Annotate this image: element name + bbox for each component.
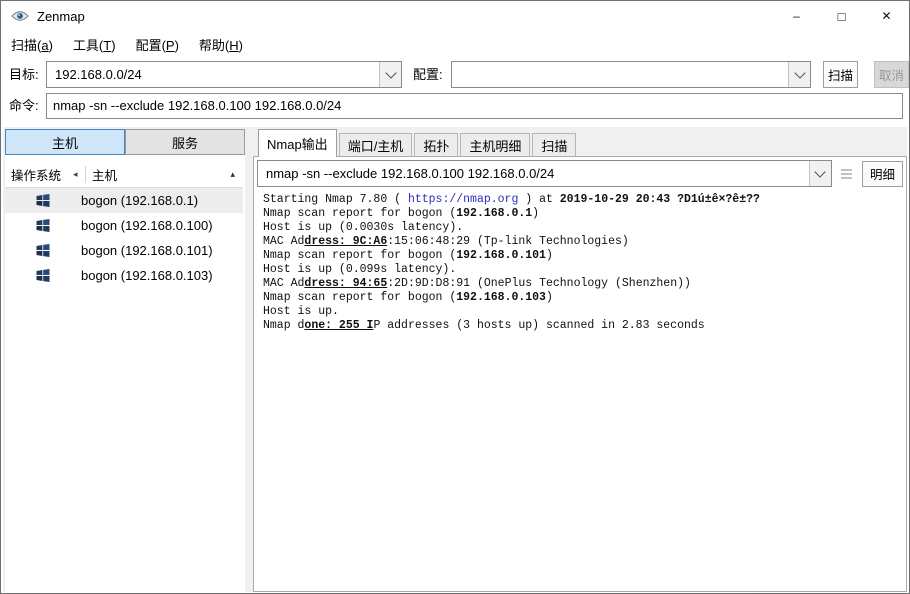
command-label: 命令: — [9, 98, 39, 113]
column-os[interactable]: 操作系统 — [5, 165, 73, 184]
output-line: Starting Nmap 7.80 ( https://nmap.org ) … — [263, 193, 760, 206]
output-line: Nmap scan report for bogon (192.168.0.10… — [263, 249, 553, 262]
menu-scan[interactable]: 扫描(a) — [1, 31, 63, 58]
menu-profile-mnemonic: P — [165, 37, 175, 53]
chevron-down-icon — [793, 66, 806, 79]
menu-tools-close: ) — [111, 37, 116, 53]
highlight-menu-button[interactable] — [839, 164, 855, 184]
output-line: MAC Address: 9C:A6:15:06:48:29 (Tp-link … — [263, 235, 629, 248]
scan-history-dropdown-button[interactable] — [808, 161, 831, 186]
host-list-header[interactable]: 操作系统 ◂ 主机 ▴ — [5, 162, 243, 188]
menu-help[interactable]: 帮助(H) — [189, 31, 253, 58]
tab-host-details[interactable]: 主机明细 — [460, 133, 531, 157]
menu-profile[interactable]: 配置(P) — [126, 31, 189, 58]
profile-label: 配置: — [413, 67, 443, 82]
output-line: Host is up. — [263, 305, 339, 318]
output-line: Host is up (0.099s latency). — [263, 263, 457, 276]
target-label: 目标: — [9, 67, 39, 82]
host-label: bogon (192.168.0.101) — [81, 243, 213, 258]
main-area: 主机 服务 操作系统 ◂ 主机 ▴ bogon (192.168.0.1) bo… — [3, 127, 907, 592]
menu-bar: 扫描(a) 工具(T) 配置(P) 帮助(H) — [1, 31, 909, 57]
menu-profile-text: 配置( — [135, 37, 166, 53]
host-row[interactable]: bogon (192.168.0.101) — [5, 238, 243, 263]
menu-tools-text: 工具( — [72, 37, 104, 53]
title-bar: Zenmap – □ ✕ — [1, 1, 909, 31]
tab-nmap-output[interactable]: Nmap输出 — [258, 129, 337, 157]
host-label: bogon (192.168.0.1) — [81, 193, 199, 208]
tab-ports-hosts[interactable]: 端口/主机 — [338, 133, 413, 157]
menu-help-text: 帮助( — [198, 37, 230, 53]
hosts-services-pane: 主机 服务 操作系统 ◂ 主机 ▴ bogon (192.168.0.1) bo… — [5, 129, 245, 592]
menu-scan-close: ) — [48, 37, 53, 53]
details-button[interactable]: 明细 — [861, 160, 903, 187]
tab-services[interactable]: 服务 — [125, 129, 245, 155]
nmap-output-text[interactable]: Starting Nmap 7.80 ( https://nmap.org ) … — [254, 187, 906, 339]
tab-topology[interactable]: 拓扑 — [414, 133, 459, 157]
window-title: Zenmap — [37, 8, 85, 24]
chevron-down-icon — [384, 66, 397, 79]
host-row[interactable]: bogon (192.168.0.1) — [5, 188, 243, 213]
output-line: Nmap done: 255 IP addresses (3 hosts up)… — [263, 319, 705, 332]
profile-dropdown-button[interactable] — [788, 62, 810, 87]
output-line: Nmap scan report for bogon (192.168.0.1) — [263, 207, 540, 220]
list-lines-icon — [841, 168, 853, 171]
menu-profile-close: ) — [174, 37, 179, 53]
scan-button[interactable]: 扫描 — [823, 61, 858, 88]
scan-history-value[interactable]: nmap -sn --exclude 192.168.0.100 192.168… — [258, 161, 809, 186]
results-tab-bar: Nmap输出 端口/主机 拓扑 主机明细 扫描 — [253, 129, 907, 157]
zenmap-eye-icon — [11, 11, 29, 21]
output-line: Nmap scan report for bogon (192.168.0.10… — [263, 291, 553, 304]
profile-value[interactable] — [452, 62, 788, 87]
output-toolbar: nmap -sn --exclude 192.168.0.100 192.168… — [257, 160, 903, 187]
menu-scan-mnemonic: a — [41, 37, 49, 53]
chevron-down-icon — [814, 165, 827, 178]
cancel-button: 取消 — [874, 61, 909, 88]
host-label: bogon (192.168.0.103) — [81, 268, 213, 283]
target-value[interactable]: 192.168.0.0/24 — [47, 62, 379, 87]
menu-help-close: ) — [238, 37, 243, 53]
column-host[interactable]: 主机 — [92, 165, 230, 184]
tab-hosts[interactable]: 主机 — [5, 129, 125, 155]
host-list: bogon (192.168.0.1) bogon (192.168.0.100… — [5, 188, 243, 592]
close-button[interactable]: ✕ — [864, 1, 909, 31]
results-pane: Nmap输出 端口/主机 拓扑 主机明细 扫描 nmap -sn --exclu… — [253, 129, 907, 592]
host-row[interactable]: bogon (192.168.0.100) — [5, 213, 243, 238]
sort-ascending-icon[interactable]: ▴ — [230, 169, 243, 180]
menu-help-mnemonic: H — [229, 37, 239, 53]
collapse-column-icon[interactable]: ◂ — [73, 169, 85, 180]
command-input[interactable]: nmap -sn --exclude 192.168.0.100 192.168… — [46, 93, 903, 119]
host-label: bogon (192.168.0.100) — [81, 218, 213, 233]
minimize-button[interactable]: – — [774, 1, 819, 31]
maximize-button[interactable]: □ — [819, 1, 864, 31]
output-line: MAC Address: 94:65:2D:9D:D8:91 (OnePlus … — [263, 277, 691, 290]
zenmap-window: Zenmap – □ ✕ 扫描(a) 工具(T) 配置(P) 帮助(H) 目标:… — [0, 0, 910, 594]
host-row[interactable]: bogon (192.168.0.103) — [5, 263, 243, 288]
target-dropdown-button[interactable] — [379, 62, 401, 87]
target-combobox[interactable]: 192.168.0.0/24 — [46, 61, 402, 88]
menu-tools[interactable]: 工具(T) — [63, 31, 126, 58]
windows-os-icon — [36, 194, 50, 207]
output-line: Host is up (0.0030s latency). — [263, 221, 464, 234]
scan-history-combobox[interactable]: nmap -sn --exclude 192.168.0.100 192.168… — [257, 160, 832, 187]
tab-scans[interactable]: 扫描 — [532, 133, 577, 157]
profile-combobox[interactable] — [451, 61, 811, 88]
left-tab-bar: 主机 服务 — [5, 129, 245, 155]
windows-os-icon — [36, 244, 50, 257]
nmap-output-panel: nmap -sn --exclude 192.168.0.100 192.168… — [253, 156, 907, 592]
windows-os-icon — [36, 219, 50, 232]
windows-os-icon — [36, 269, 50, 282]
menu-scan-text: 扫描( — [11, 37, 42, 53]
column-divider — [85, 166, 86, 183]
